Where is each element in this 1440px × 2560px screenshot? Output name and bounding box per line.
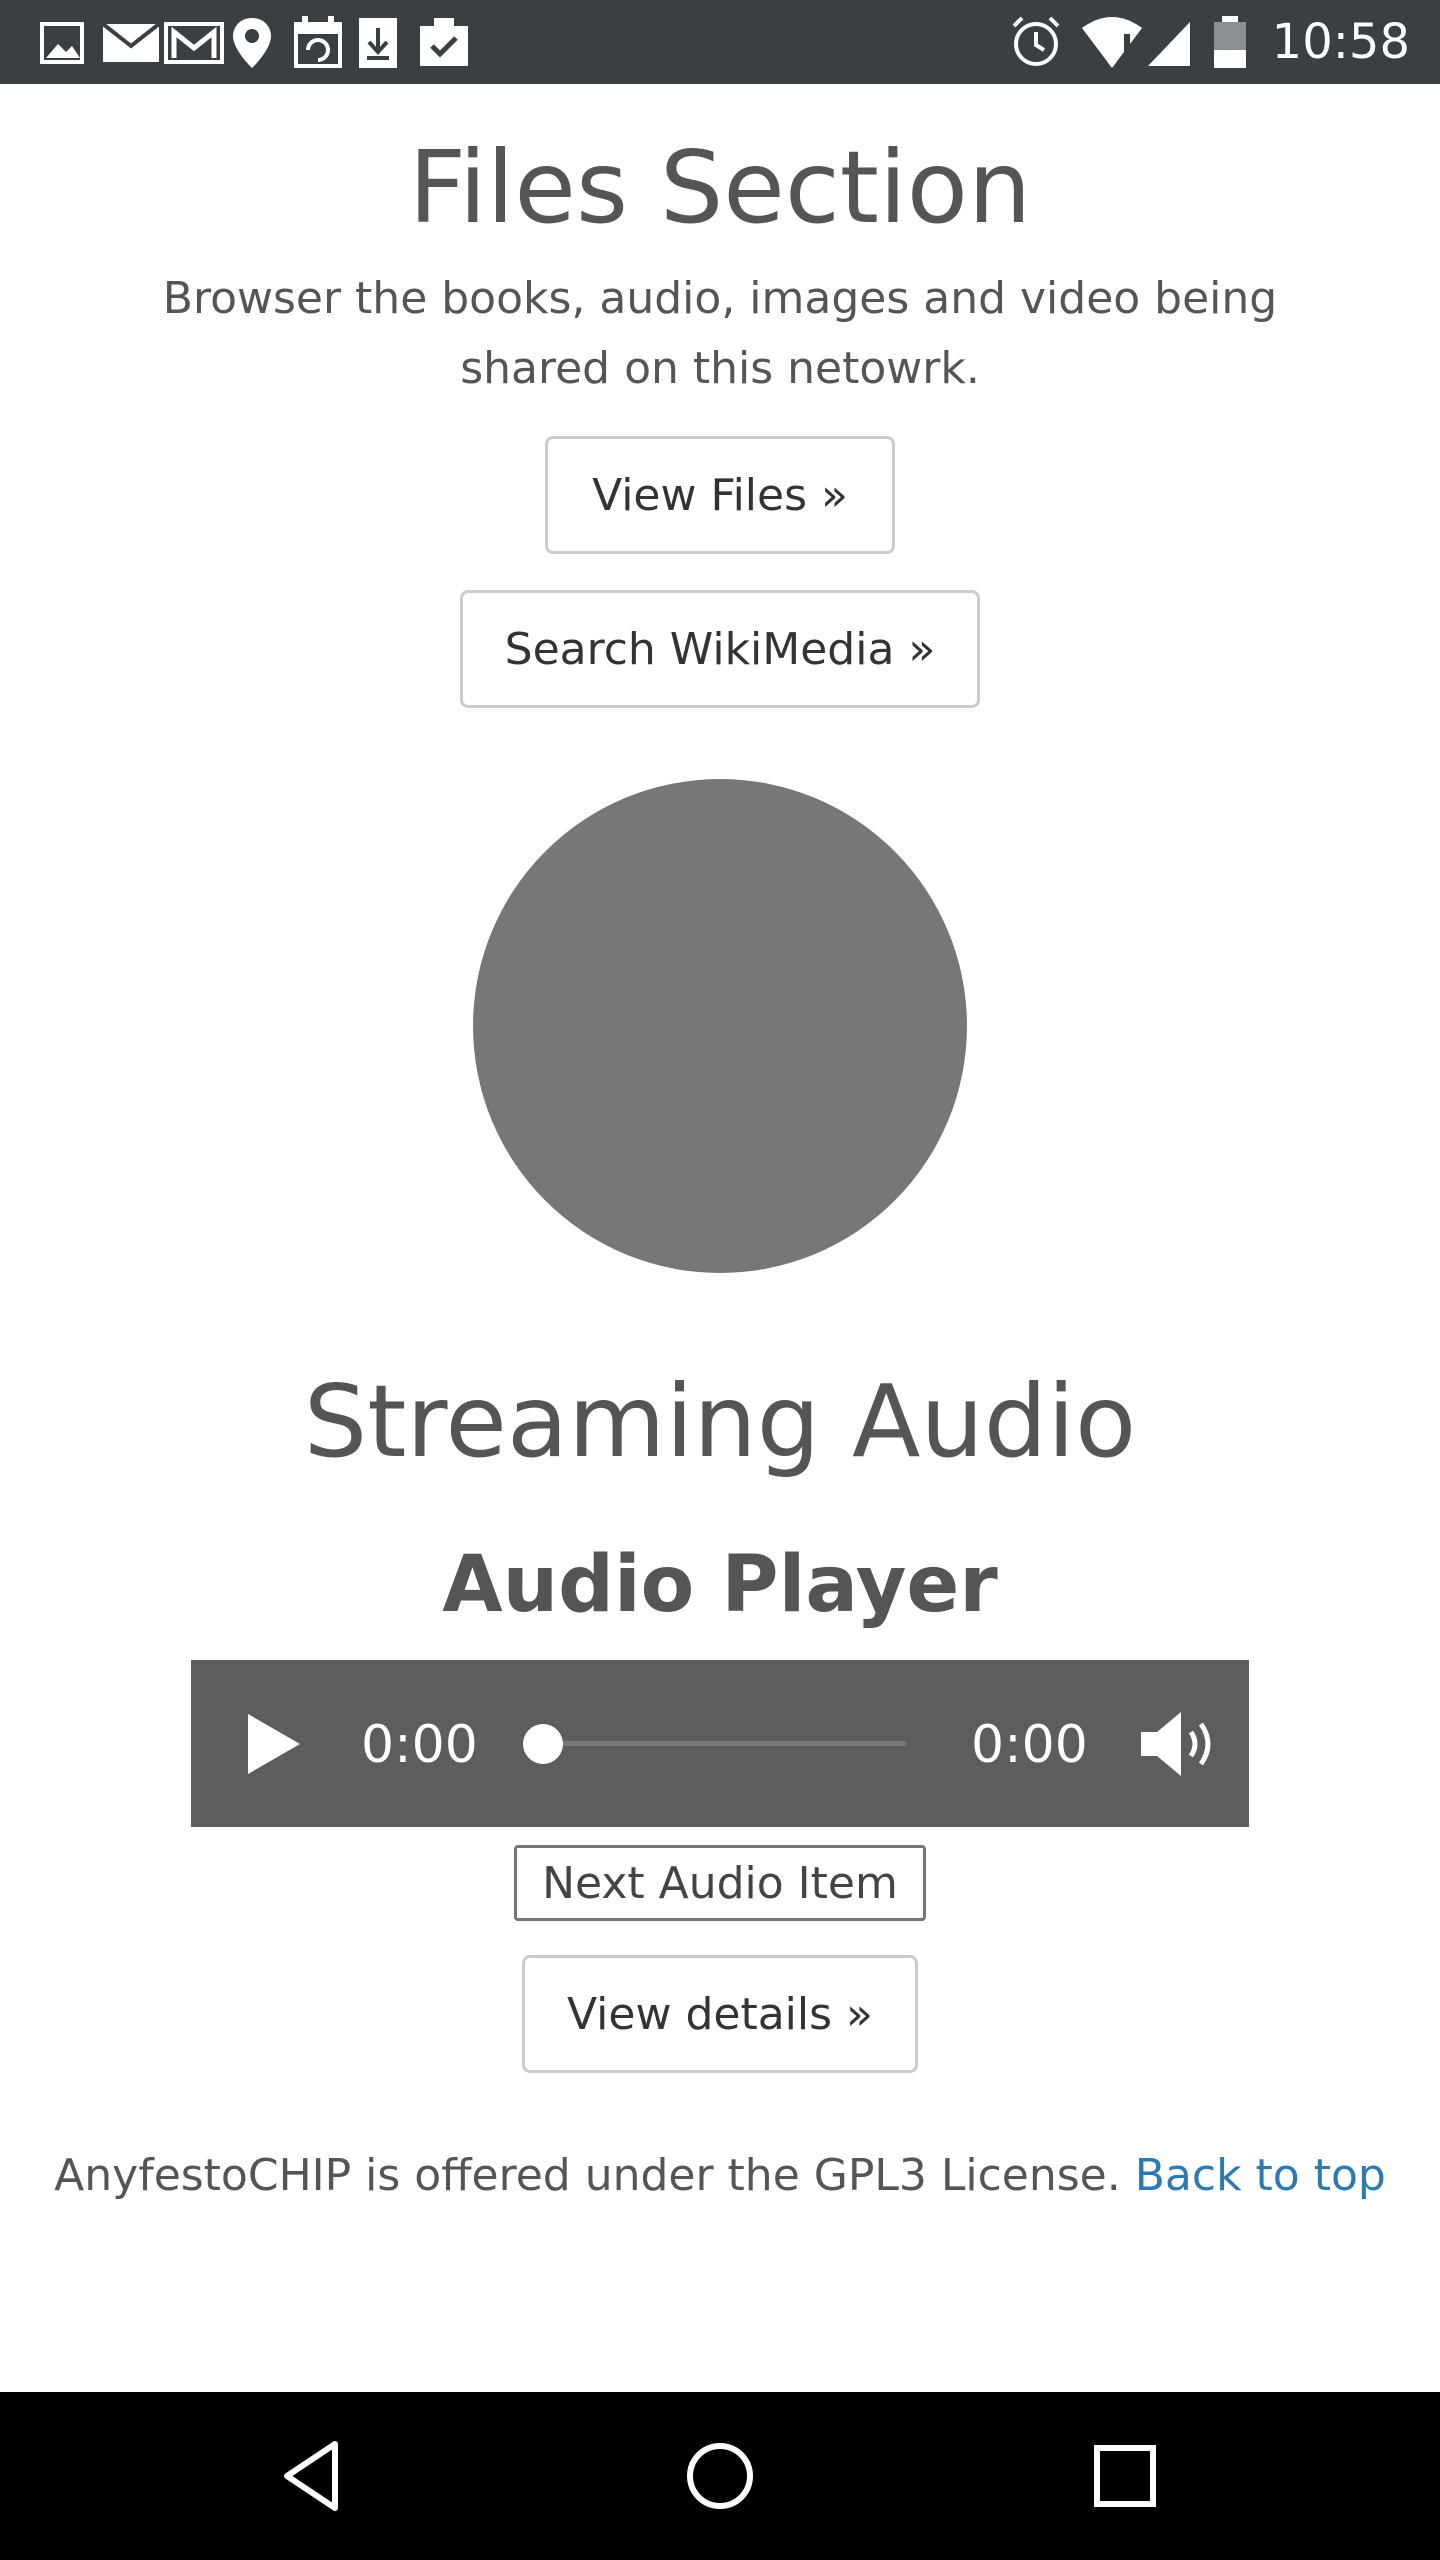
back-to-top-link[interactable]: Back to top: [1135, 2150, 1386, 2201]
audio-player: 0:00 0:00: [191, 1660, 1249, 1827]
alarm-icon: [1008, 14, 1064, 70]
system-icons: 10:58: [1008, 14, 1410, 70]
view-details-button[interactable]: View details »: [522, 1955, 918, 2073]
next-audio-item-button[interactable]: Next Audio Item: [514, 1845, 926, 1921]
home-icon[interactable]: [680, 2436, 760, 2516]
license-text: AnyfestoCHIP is offered under the GPL3 L…: [54, 2150, 1121, 2201]
download-icon: [353, 14, 413, 70]
files-section-title: Files Section: [408, 129, 1032, 246]
view-files-button[interactable]: View Files »: [545, 436, 895, 554]
page-content: Files Section Browser the books, audio, …: [0, 84, 1440, 2392]
search-wikimedia-button[interactable]: Search WikiMedia »: [460, 590, 980, 708]
play-icon[interactable]: [246, 1712, 302, 1776]
volume-icon[interactable]: [1139, 1710, 1219, 1778]
duration: 0:00: [971, 1715, 1088, 1775]
current-time: 0:00: [361, 1715, 478, 1775]
footer: AnyfestoCHIP is offered under the GPL3 L…: [0, 2146, 1440, 2206]
back-icon[interactable]: [275, 2436, 355, 2516]
battery-icon: [1210, 14, 1250, 70]
clock: 10:58: [1271, 14, 1410, 70]
placeholder-circle-image: [473, 779, 967, 1273]
streaming-audio-title: Streaming Audio: [303, 1363, 1137, 1480]
signal-icon: [1144, 14, 1194, 70]
status-bar: 10:58: [0, 0, 1440, 84]
image-icon: [38, 14, 98, 70]
wifi-alert-icon: [1080, 14, 1144, 70]
audio-player-title: Audio Player: [442, 1540, 998, 1630]
calendar-sync-icon: [290, 14, 350, 70]
recents-icon[interactable]: [1085, 2436, 1165, 2516]
location-pin-icon: [227, 14, 287, 70]
mail-icon: [101, 14, 161, 70]
files-section-description: Browser the books, audio, images and vid…: [162, 273, 1278, 394]
seek-bar[interactable]: [526, 1741, 906, 1746]
gmail-icon: [164, 14, 224, 70]
clipboard-check-icon: [416, 14, 476, 70]
seek-handle[interactable]: [523, 1724, 563, 1764]
navigation-bar: [0, 2392, 1440, 2560]
notification-icons: [38, 14, 479, 70]
